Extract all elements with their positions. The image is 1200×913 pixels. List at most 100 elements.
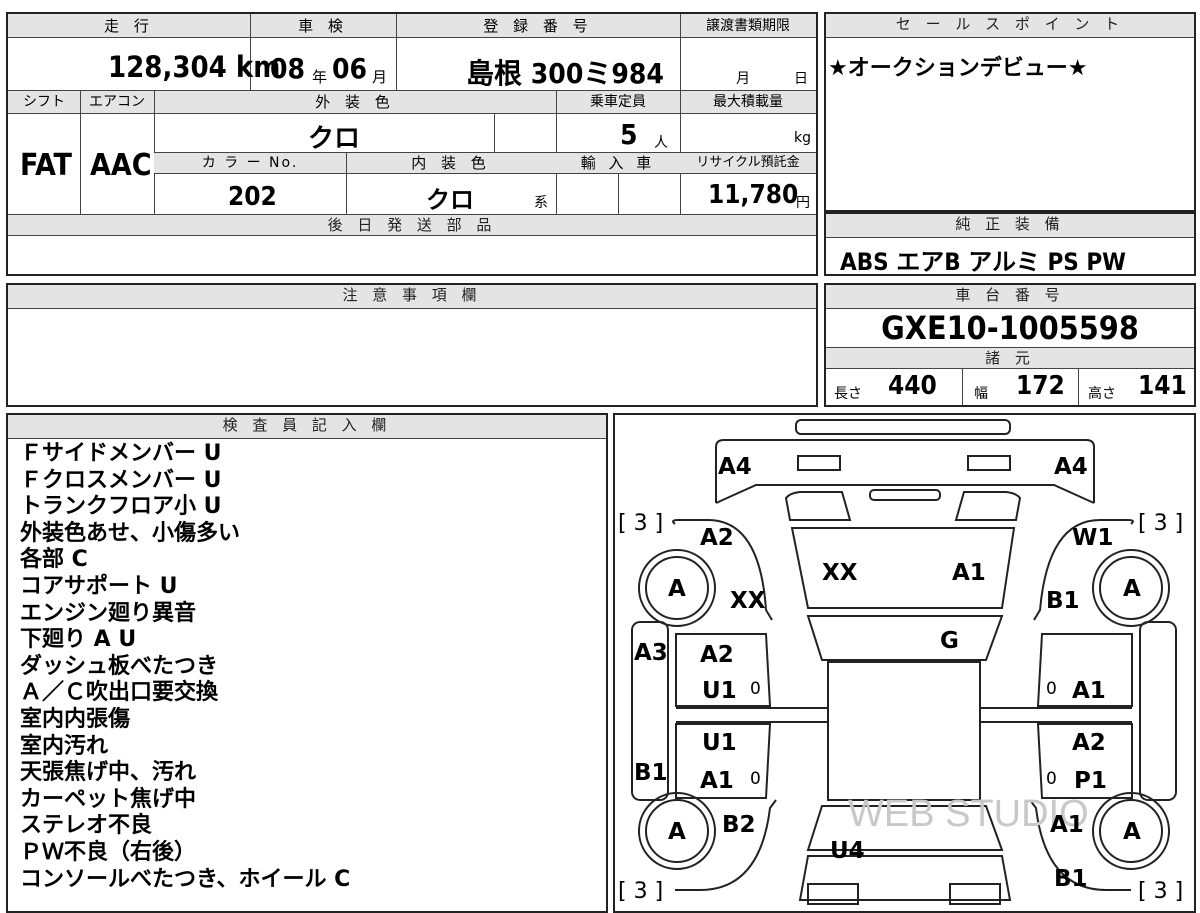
inspector-header: 検 査 員 記 入 欄 [8,415,606,439]
car-damage-diagram-box: WEB STUDIO A4 A4 [ 3 ] [ 3 ] [ 3 ] [ 3 ]… [613,413,1196,913]
caution-header: 注 意 事 項 欄 [8,285,816,309]
note-line: ＰＷ不良（右後） [20,839,197,865]
import-header: 輸 入 車 [580,154,656,172]
note-line: コンソールべたつき、ホイール C [20,866,351,892]
wheel-rr-label: A [1123,819,1141,845]
label-door-rr-1: A2 [1072,730,1106,756]
bracket-top-left: [ 3 ] [618,511,663,536]
equipment-text: ABS エアB アルミ PS PW [840,248,1126,276]
equipment-header: 純 正 装 備 [826,214,1194,238]
note-line: 天張焦げ中、汚れ [20,760,197,786]
transfer-deadline-header: 譲渡書類期限 [706,18,790,34]
shift-value: FAT [20,148,72,183]
zero-fr: 0 [1046,679,1057,699]
registration-number: 島根 300ミ984 [466,57,664,90]
later-parts-body [8,236,816,274]
registration-header: 登 録 番 号 [483,17,593,35]
caution-box: 注 意 事 項 欄 [6,283,818,407]
later-parts-header: 後 日 発 送 部 品 [8,214,816,236]
mileage-header: 走 行 [104,17,154,35]
shift-header: シフト [23,94,65,110]
label-door-fl-2: U1 [702,678,737,704]
label-door-rl-1: U1 [702,730,737,756]
note-line: Ｆサイドメンバー U [20,441,222,466]
note-line: Ｆクロスメンバー U [20,467,222,493]
chassis-number: GXE10-1005598 [881,309,1139,347]
note-line: エンジン廻り異音 [20,600,197,626]
inspector-box: 検 査 員 記 入 欄 Ｆサイドメンバー U Ｆクロスメンバー U トランクフロ… [6,413,608,913]
capacity-unit: 人 [654,135,668,151]
note-line: 下廻り A U [20,627,137,653]
equipment-box: 純 正 装 備 ABS エアB アルミ PS PW [824,212,1196,276]
shaken-year: 08 [270,52,306,85]
note-line: ステレオ不良 [20,813,153,839]
zero-fl: 0 [750,679,761,699]
label-pillar-left: A3 [634,640,668,666]
label-hood-xx: XX [822,560,858,586]
label-trunk: U4 [830,838,865,864]
note-line: ダッシュ板べたつき [20,653,219,679]
label-door-fr: A1 [1072,678,1106,704]
note-line: トランクフロア小 U [20,494,222,520]
label-fender-right-b1: B1 [1046,588,1080,614]
aircon-header: エアコン [89,94,145,110]
bracket-bottom-right: [ 3 ] [1138,879,1183,904]
recycle-unit: 円 [796,195,810,211]
max-load-unit: kg [794,130,811,146]
interior-color-header: 内 装 色 [411,154,491,172]
note-line: 室内内張傷 [20,706,131,732]
wheel-rl-label: A [668,819,686,845]
specs-header: 諸 元 [826,347,1194,369]
inspector-notes: Ｆサイドメンバー U Ｆクロスメンバー U トランクフロア小 U 外装色あせ、小… [20,441,350,893]
shaken-year-unit: 年 [312,68,328,86]
vehicle-info-table: 走 行 車 検 登 録 番 号 譲渡書類期限 128,304 km 08 年 0… [6,12,818,276]
height-label: 高さ [1088,386,1116,402]
label-front-left: A4 [718,454,752,480]
chassis-box: 車 台 番 号 GXE10-1005598 諸 元 長さ 440 幅 172 高… [824,283,1196,407]
label-sill-left: B1 [634,760,668,786]
label-door-rr-2: P1 [1074,768,1107,794]
label-fender-right: W1 [1072,525,1113,551]
note-line: 室内汚れ [20,733,109,759]
height-value: 141 [1138,371,1187,401]
exterior-color-value: クロ [308,124,361,154]
width-value: 172 [1016,371,1065,401]
label-xx-left: XX [730,588,766,614]
recycle-amount: 11,780 [708,180,799,210]
capacity-header: 乗車定員 [590,94,646,110]
aircon-value: AAC [90,148,152,183]
shaken-month: 06 [332,52,368,85]
bracket-bottom-left: [ 3 ] [618,879,663,904]
capacity-value: 5 [620,118,638,151]
note-line: 各部 C [20,547,88,573]
note-line: 外装色あせ、小傷多い [20,520,241,546]
note-line: コアサポート U [20,573,178,599]
shaken-month-unit: 月 [372,68,388,86]
interior-color-suffix: 系 [534,195,548,211]
transfer-day-unit: 日 [794,71,808,87]
label-fender-left: A2 [700,525,734,551]
zero-rr: 0 [1046,769,1057,789]
label-quarter-right: A1 [1050,812,1084,838]
car-diagram: WEB STUDIO A4 A4 [ 3 ] [ 3 ] [ 3 ] [ 3 ]… [618,419,1183,905]
label-door-rl-2: A1 [700,768,734,794]
width-label: 幅 [974,386,988,402]
transfer-month-unit: 月 [736,71,750,87]
chassis-header: 車 台 番 号 [826,285,1194,309]
note-line: カーペット焦げ中 [20,786,197,812]
sales-point-text: ★オークションデビュー★ [828,56,1088,81]
note-line: Ａ／Ｃ吹出口要交換 [20,680,219,706]
bracket-top-right: [ 3 ] [1138,511,1183,536]
mileage-value: 128,304 km [108,50,281,84]
max-load-header: 最大積載量 [713,94,783,110]
interior-color-value: クロ [426,186,474,214]
label-front-right: A4 [1054,454,1088,480]
zero-rl: 0 [750,769,761,789]
label-door-fl-1: A2 [700,642,734,668]
label-hood-a1: A1 [952,560,986,586]
sales-point-header: セ ー ル ス ポ イ ン ト [826,14,1194,38]
wheel-fr-label: A [1123,576,1141,602]
wheel-fl-label: A [668,576,686,602]
shaken-header: 車 検 [298,17,348,35]
label-rear-right: B1 [1054,866,1088,892]
